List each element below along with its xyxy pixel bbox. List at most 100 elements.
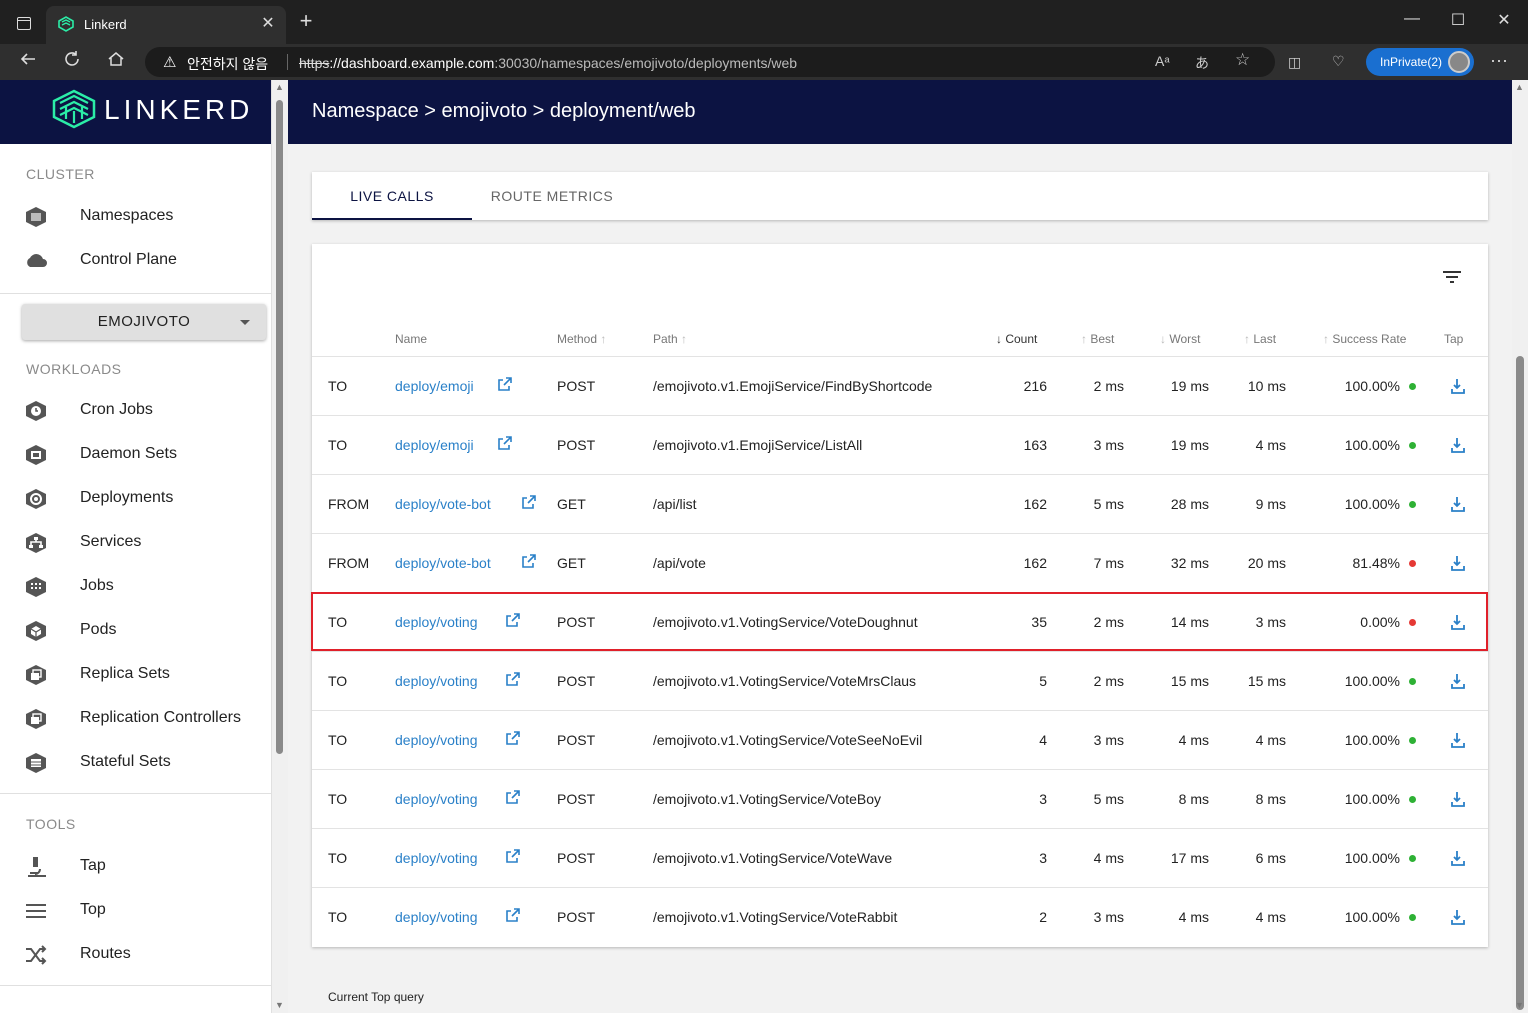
- tap-icon[interactable]: [1450, 554, 1466, 572]
- tap-icon[interactable]: [1450, 731, 1466, 749]
- inprivate-badge[interactable]: InPrivate(2): [1366, 48, 1474, 76]
- sidebar-item-replication-controllers[interactable]: Replication Controllers: [0, 697, 271, 741]
- browser-essentials-icon[interactable]: ♡: [1332, 53, 1345, 70]
- external-link-icon[interactable]: [505, 789, 521, 805]
- external-link-icon[interactable]: [505, 907, 521, 923]
- back-button[interactable]: [14, 50, 42, 74]
- count-cell: 163: [1023, 437, 1047, 453]
- column-header-path[interactable]: Path ↑: [653, 332, 687, 346]
- back-arrow-icon: [20, 53, 35, 65]
- resource-link[interactable]: deploy/vote-bot: [395, 496, 491, 512]
- split-screen-icon[interactable]: ◫: [1288, 54, 1301, 71]
- direction-cell: TO: [328, 909, 348, 925]
- namespace-selector[interactable]: EMOJIVOTO: [22, 304, 266, 340]
- scroll-up-arrow-icon[interactable]: ▲: [1515, 82, 1524, 92]
- sidebar-item-jobs[interactable]: Jobs: [0, 565, 271, 609]
- sidebar-item-control-plane[interactable]: Control Plane: [0, 239, 271, 283]
- tap-icon[interactable]: [1450, 377, 1466, 395]
- status-dot: [1409, 442, 1416, 449]
- column-header-count[interactable]: ↓ Count: [996, 332, 1037, 346]
- sidebar-item-pods[interactable]: Pods: [0, 609, 271, 653]
- resource-link[interactable]: deploy/voting: [395, 850, 478, 866]
- favorite-star-icon[interactable]: ☆: [1235, 50, 1250, 70]
- tap-icon[interactable]: [1450, 436, 1466, 454]
- tap-icon[interactable]: [1450, 849, 1466, 867]
- browser-tab[interactable]: Linkerd ✕: [46, 6, 286, 44]
- shuffle-icon: [26, 945, 47, 965]
- new-tab-button[interactable]: +: [296, 10, 316, 32]
- more-menu-button[interactable]: ···: [1488, 50, 1510, 71]
- sidebar-item-deployments[interactable]: Deployments: [0, 477, 271, 521]
- caret-down-icon: [240, 320, 250, 325]
- close-window-button[interactable]: ✕: [1489, 10, 1519, 30]
- direction-cell: FROM: [328, 496, 370, 512]
- read-aloud-icon[interactable]: A͏ᵃ: [1155, 53, 1170, 69]
- tab-close-button[interactable]: ✕: [258, 13, 278, 33]
- resource-link[interactable]: deploy/voting: [395, 732, 478, 748]
- cloud-icon: [27, 254, 47, 267]
- path-cell: /emojivoto.v1.VotingService/VoteMrsClaus: [653, 673, 917, 689]
- minimize-button[interactable]: —: [1397, 10, 1427, 28]
- resource-link[interactable]: deploy/emoji: [395, 378, 474, 394]
- tab-route-metrics[interactable]: ROUTE METRICS: [472, 172, 632, 220]
- tap-icon[interactable]: [1450, 495, 1466, 513]
- sidebar-scrollbar-thumb[interactable]: [276, 100, 283, 754]
- sort-arrow-down-icon: ↓: [996, 332, 1002, 346]
- external-link-icon[interactable]: [497, 376, 513, 392]
- column-header-worst[interactable]: ↓ Worst: [1160, 332, 1200, 346]
- worst-cell: 14 ms: [1170, 614, 1209, 630]
- tap-icon[interactable]: [1450, 672, 1466, 690]
- column-header-method[interactable]: Method ↑: [557, 332, 606, 346]
- filter-icon[interactable]: [1442, 270, 1462, 284]
- sort-arrow-up-icon: ↑: [1244, 332, 1250, 346]
- sidebar-scrollbar[interactable]: ▲ ▼: [272, 80, 288, 1013]
- sidebar-item-top[interactable]: Top: [0, 889, 271, 933]
- scroll-down-arrow-icon[interactable]: ▼: [275, 1000, 284, 1010]
- tabs-bar: LIVE CALLS ROUTE METRICS: [312, 172, 1488, 220]
- resource-link[interactable]: deploy/voting: [395, 673, 478, 689]
- external-link-icon[interactable]: [505, 848, 521, 864]
- scroll-up-arrow-icon[interactable]: ▲: [275, 82, 284, 92]
- sidebar-item-cron-jobs[interactable]: Cron Jobs: [0, 389, 271, 433]
- last-cell: 4 ms: [1255, 732, 1286, 748]
- resource-link[interactable]: deploy/voting: [395, 614, 478, 630]
- main-scrollbar[interactable]: ▲ ▼: [1512, 80, 1528, 1013]
- sidebar-item-services[interactable]: Services: [0, 521, 271, 565]
- last-cell: 6 ms: [1255, 850, 1286, 866]
- last-cell: 8 ms: [1255, 791, 1286, 807]
- sort-arrow-up-icon: ↑: [1323, 332, 1329, 346]
- column-header-last[interactable]: ↑ Last: [1244, 332, 1276, 346]
- column-header-name[interactable]: Name: [395, 332, 427, 346]
- main-scrollbar-thumb[interactable]: [1516, 356, 1524, 1010]
- refresh-button[interactable]: [58, 50, 86, 74]
- resource-link[interactable]: deploy/voting: [395, 909, 478, 925]
- resource-link[interactable]: deploy/emoji: [395, 437, 474, 453]
- external-link-icon[interactable]: [521, 553, 537, 569]
- sidebar-item-daemon-sets[interactable]: Daemon Sets: [0, 433, 271, 477]
- external-link-icon[interactable]: [497, 435, 513, 451]
- resource-link[interactable]: deploy/vote-bot: [395, 555, 491, 571]
- external-link-icon[interactable]: [505, 671, 521, 687]
- list-icon: [26, 904, 46, 918]
- sidebar-item-stateful-sets[interactable]: Stateful Sets: [0, 741, 271, 785]
- column-header-best[interactable]: ↑ Best: [1081, 332, 1114, 346]
- maximize-button[interactable]: ☐: [1443, 10, 1473, 30]
- translate-icon[interactable]: あ: [1195, 53, 1209, 73]
- scroll-down-arrow-icon[interactable]: ▼: [1515, 1000, 1524, 1010]
- tab-live-calls[interactable]: LIVE CALLS: [312, 172, 472, 220]
- external-link-icon[interactable]: [505, 730, 521, 746]
- sidebar-item-routes[interactable]: Routes: [0, 933, 271, 977]
- tap-icon[interactable]: [1450, 908, 1466, 926]
- address-bar[interactable]: ⚠ 안전하지 않음 https://dashboard.example.com:…: [145, 47, 1275, 77]
- tap-icon[interactable]: [1450, 790, 1466, 808]
- sidebar-item-tap[interactable]: Tap: [0, 845, 271, 889]
- tap-icon[interactable]: [1450, 613, 1466, 631]
- external-link-icon[interactable]: [521, 494, 537, 510]
- sidebar-item-replica-sets[interactable]: Replica Sets: [0, 653, 271, 697]
- sidebar-item-namespaces[interactable]: Namespaces: [0, 195, 271, 239]
- window-menu-icon[interactable]: [17, 17, 31, 30]
- column-header-success-rate[interactable]: ↑ Success Rate: [1323, 332, 1406, 346]
- home-button[interactable]: [102, 50, 130, 74]
- external-link-icon[interactable]: [505, 612, 521, 628]
- resource-link[interactable]: deploy/voting: [395, 791, 478, 807]
